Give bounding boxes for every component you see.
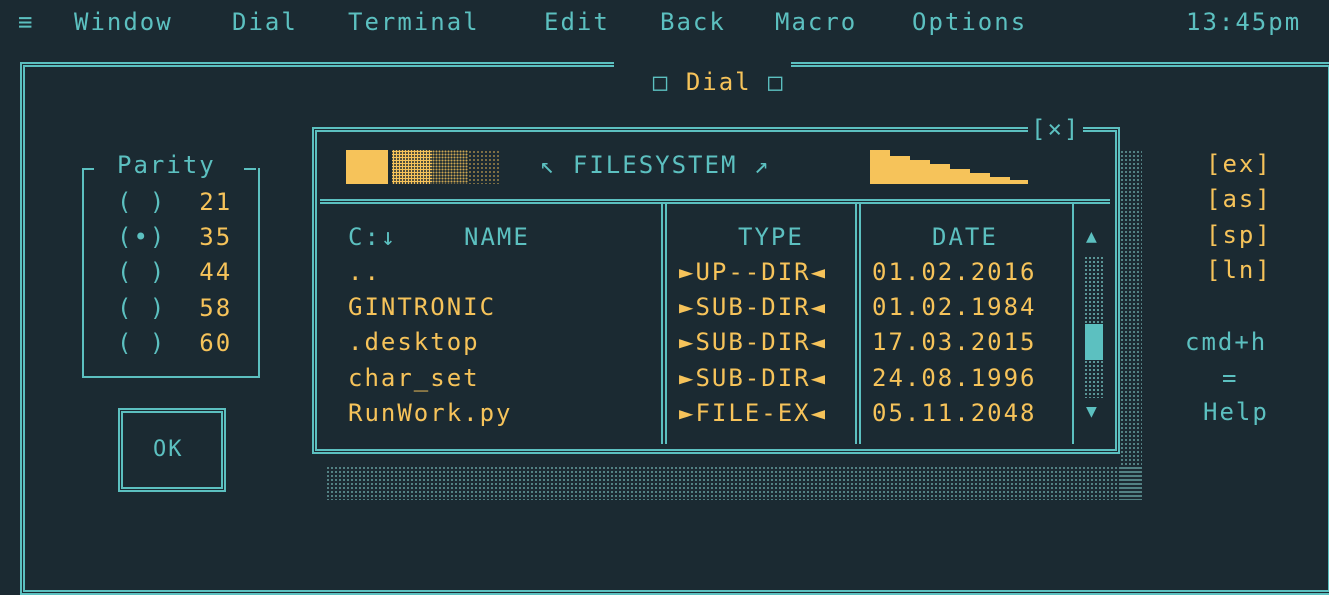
shortcut-ln[interactable]: [ln] <box>1206 258 1272 282</box>
menu-terminal[interactable]: Terminal <box>348 10 480 34</box>
parity-option-21[interactable]: ( ) 21 <box>117 190 232 214</box>
parity-value: 21 <box>199 188 233 216</box>
file-name: RunWork.py <box>348 399 513 427</box>
column-header-name[interactable]: NAME <box>464 225 530 249</box>
menu-back[interactable]: Back <box>660 10 726 34</box>
filesystem-shadow-bottom <box>326 466 1142 500</box>
file-date: 05.11.2048 <box>872 399 1037 427</box>
menu-bar: ≡ Window Dial Terminal Edit Back Macro O… <box>0 0 1329 44</box>
file-date: 01.02.2016 <box>872 258 1037 286</box>
pattern-bar-left <box>346 150 501 184</box>
parity-value: 44 <box>199 258 233 286</box>
parity-value: 58 <box>199 294 233 322</box>
parity-option-35[interactable]: (•) 35 <box>117 225 232 249</box>
header-divider <box>320 199 1110 204</box>
ok-button[interactable]: OK <box>118 408 226 492</box>
title-left-box-icon: □ <box>652 68 686 96</box>
file-type: ►SUB-DIR◄ <box>679 364 828 392</box>
radio-button[interactable]: ( ) <box>117 258 166 286</box>
menu-options[interactable]: Options <box>912 10 1027 34</box>
menu-edit[interactable]: Edit <box>544 10 610 34</box>
menu-window[interactable]: Window <box>74 10 173 34</box>
file-date: 17.03.2015 <box>872 328 1037 356</box>
hamburger-menu-icon[interactable]: ≡ <box>18 10 34 34</box>
radio-button[interactable]: ( ) <box>117 294 166 322</box>
help-equals: = <box>1222 364 1239 392</box>
column-divider <box>855 204 861 444</box>
menu-macro[interactable]: Macro <box>775 10 857 34</box>
radio-button[interactable]: ( ) <box>117 329 166 357</box>
filesystem-close-button[interactable]: [×] <box>1028 117 1084 141</box>
parity-option-60[interactable]: ( ) 60 <box>117 331 232 355</box>
shortcut-as[interactable]: [as] <box>1206 187 1272 211</box>
file-date: 24.08.1996 <box>872 364 1037 392</box>
help-shortcut: cmd+h <box>1185 328 1268 356</box>
file-type: ►FILE-EX◄ <box>679 399 828 427</box>
file-type: ►SUB-DIR◄ <box>679 328 828 356</box>
file-name: .desktop <box>348 328 480 356</box>
clock: 13:45pm <box>1186 8 1302 36</box>
dial-window-title-bar: □ Dial □ <box>614 46 791 94</box>
file-type: ►SUB-DIR◄ <box>679 293 828 321</box>
dial-window-title: Dial <box>685 68 752 96</box>
parity-option-58[interactable]: ( ) 58 <box>117 296 232 320</box>
pattern-bar-right <box>870 150 1028 184</box>
help-label: Help <box>1203 398 1269 426</box>
file-type: ►UP--DIR◄ <box>679 258 828 286</box>
shortcut-sp[interactable]: [sp] <box>1206 223 1272 247</box>
parity-option-44[interactable]: ( ) 44 <box>117 260 232 284</box>
file-name: .. <box>348 258 381 286</box>
scroll-down-arrow-icon[interactable]: ▼ <box>1086 403 1099 421</box>
column-header-date[interactable]: DATE <box>932 225 998 249</box>
parity-value: 60 <box>199 329 233 357</box>
menu-dial[interactable]: Dial <box>232 10 298 34</box>
scrollbar-thumb[interactable] <box>1085 324 1103 360</box>
scroll-up-arrow-icon[interactable]: ▲ <box>1086 228 1099 246</box>
file-name: GINTRONIC <box>348 293 497 321</box>
parity-value: 35 <box>199 223 233 251</box>
column-divider <box>661 204 667 444</box>
radio-button-selected[interactable]: (•) <box>117 223 166 251</box>
column-divider <box>1072 204 1074 444</box>
drive-selector[interactable]: C:↓ <box>348 225 397 249</box>
file-name: char_set <box>348 364 480 392</box>
radio-button[interactable]: ( ) <box>117 188 166 216</box>
column-header-type[interactable]: TYPE <box>738 225 804 249</box>
title-right-box-icon: □ <box>751 68 785 96</box>
file-date: 01.02.1984 <box>872 293 1037 321</box>
ok-button-label: OK <box>153 437 184 462</box>
parity-label: Parity <box>117 151 216 179</box>
filesystem-title: ↖ FILESYSTEM ↗ <box>540 151 771 179</box>
shortcut-ex[interactable]: [ex] <box>1206 152 1272 176</box>
filesystem-shadow-right <box>1120 150 1142 500</box>
